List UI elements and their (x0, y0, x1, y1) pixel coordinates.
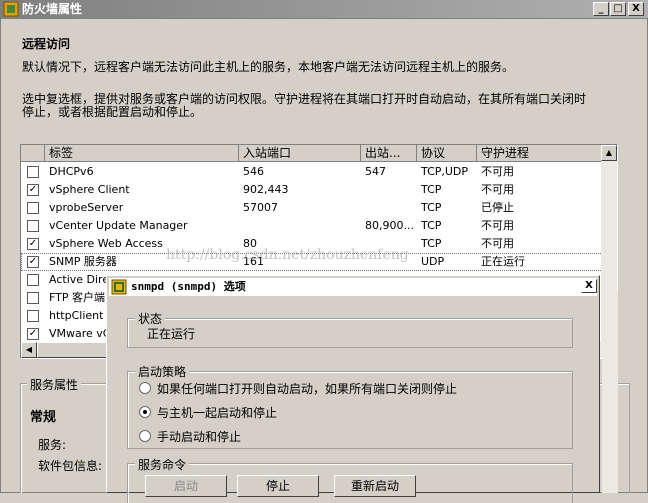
row-checkbox[interactable] (27, 310, 39, 322)
radio-button[interactable] (139, 406, 151, 418)
cell-protocol: TCP,UDP (421, 163, 468, 181)
service-commands-label: 服务命令 (135, 456, 189, 473)
cell-daemon: 不可用 (481, 217, 514, 235)
row-checkbox[interactable] (27, 292, 39, 304)
cell-daemon: 正在运行 (481, 253, 525, 271)
radio-label: 手动启动和停止 (157, 428, 241, 445)
radio-label: 与主机一起启动和停止 (157, 404, 277, 421)
scroll-up-icon[interactable]: ▲ (601, 145, 617, 161)
window-title: 防火墙属性 (22, 1, 82, 17)
radio-label: 如果任何端口打开则自动启动，如果所有端口关闭则停止 (157, 380, 457, 397)
dialog-title: snmpd (snmpd) 选项 (131, 278, 246, 296)
cell-label: FTP 客户端 (49, 289, 105, 307)
cell-protocol: UDP (421, 253, 444, 271)
row-checkbox[interactable] (27, 166, 39, 178)
list-header: 标签 入站端口 出站... 协议 守护进程 (21, 145, 603, 162)
remote-access-heading: 远程访问 (22, 35, 70, 52)
startup-policy-label: 启动策略 (135, 363, 189, 380)
scroll-left-icon[interactable]: ◀ (21, 342, 37, 358)
row-checkbox[interactable]: ✓ (27, 184, 39, 196)
cell-daemon: 不可用 (481, 181, 514, 199)
stop-button[interactable]: 停止 (237, 475, 319, 497)
header-daemon[interactable]: 守护进程 (477, 145, 603, 162)
cell-label: vCenter Update Manager (49, 217, 188, 235)
restart-button[interactable]: 重新启动 (334, 475, 416, 497)
firewall-app-icon (3, 1, 19, 17)
header-protocol[interactable]: 协议 (417, 145, 477, 162)
cell-label: VMware vC (49, 325, 111, 343)
row-checkbox[interactable]: ✓ (27, 328, 39, 340)
cell-in-port: 902,443 (243, 181, 289, 199)
remote-access-desc-3: 停止，或者根据配置启动和停止。 (22, 105, 622, 120)
cell-label: vSphere Web Access (49, 235, 163, 253)
header-in-port[interactable]: 入站端口 (239, 145, 361, 162)
dialog-titlebar: snmpd (snmpd) 选项 X (109, 278, 597, 296)
outer-scroll-track[interactable] (602, 290, 618, 493)
start-button[interactable]: 启动 (145, 475, 227, 497)
row-checkbox[interactable] (27, 202, 39, 214)
snmpd-options-dialog: snmpd (snmpd) 选项 X 状态 正在运行 启动策略 如果任何端口打开… (106, 275, 600, 493)
row-checkbox[interactable]: ✓ (27, 238, 39, 250)
table-row[interactable]: DHCPv6 546 547 TCP,UDP 不可用 (21, 163, 603, 181)
row-checkbox[interactable] (27, 274, 39, 286)
cell-daemon: 不可用 (481, 163, 514, 181)
table-row[interactable]: vprobeServer 57007 TCP 已停止 (21, 199, 603, 217)
radio-button[interactable] (139, 382, 151, 394)
general-heading: 常规 (30, 406, 56, 425)
table-row[interactable]: vCenter Update Manager 80,900... TCP 不可用 (21, 217, 603, 235)
dialog-close-button[interactable]: X (581, 279, 597, 293)
cell-protocol: TCP (421, 217, 441, 235)
cell-label: vprobeServer (49, 199, 123, 217)
vmware-icon (111, 279, 127, 295)
status-value: 正在运行 (147, 325, 195, 342)
cell-daemon: 已停止 (481, 199, 514, 217)
watermark-text: http://blog.csdn.net/zhouzhenfeng (166, 247, 409, 263)
cell-protocol: TCP (421, 199, 441, 217)
header-check-col[interactable] (21, 145, 45, 162)
header-label[interactable]: 标签 (45, 145, 239, 162)
service-properties-label: 服务属性 (27, 376, 81, 393)
maximize-button[interactable]: □ (610, 2, 626, 16)
remote-access-desc-1: 默认情况下，远程客户端无法访问此主机上的服务，本地客户端无法访问远程主机上的服务… (22, 60, 622, 75)
service-label: 服务: (38, 436, 66, 453)
cell-label: SNMP 服务器 (49, 253, 117, 271)
close-button[interactable]: X (628, 2, 644, 16)
cell-out-port: 80,900... (365, 217, 414, 235)
cell-label: httpClient (49, 307, 103, 325)
cell-label: DHCPv6 (49, 163, 94, 181)
row-checkbox[interactable] (27, 220, 39, 232)
table-row[interactable]: ✓ vSphere Client 902,443 TCP 不可用 (21, 181, 603, 199)
cell-in-port: 546 (243, 163, 264, 181)
cell-protocol: TCP (421, 235, 441, 253)
window-titlebar: 防火墙属性 _ □ X (0, 0, 648, 18)
cell-label: vSphere Client (49, 181, 130, 199)
radio-button[interactable] (139, 430, 151, 442)
row-checkbox[interactable]: ✓ (27, 256, 39, 268)
cell-out-port: 547 (365, 163, 386, 181)
cell-in-port: 57007 (243, 199, 278, 217)
cell-daemon: 不可用 (481, 235, 514, 253)
cell-protocol: TCP (421, 181, 441, 199)
minimize-button[interactable]: _ (593, 2, 609, 16)
package-info-label: 软件包信息: (38, 457, 102, 474)
header-out-port[interactable]: 出站... (361, 145, 417, 162)
